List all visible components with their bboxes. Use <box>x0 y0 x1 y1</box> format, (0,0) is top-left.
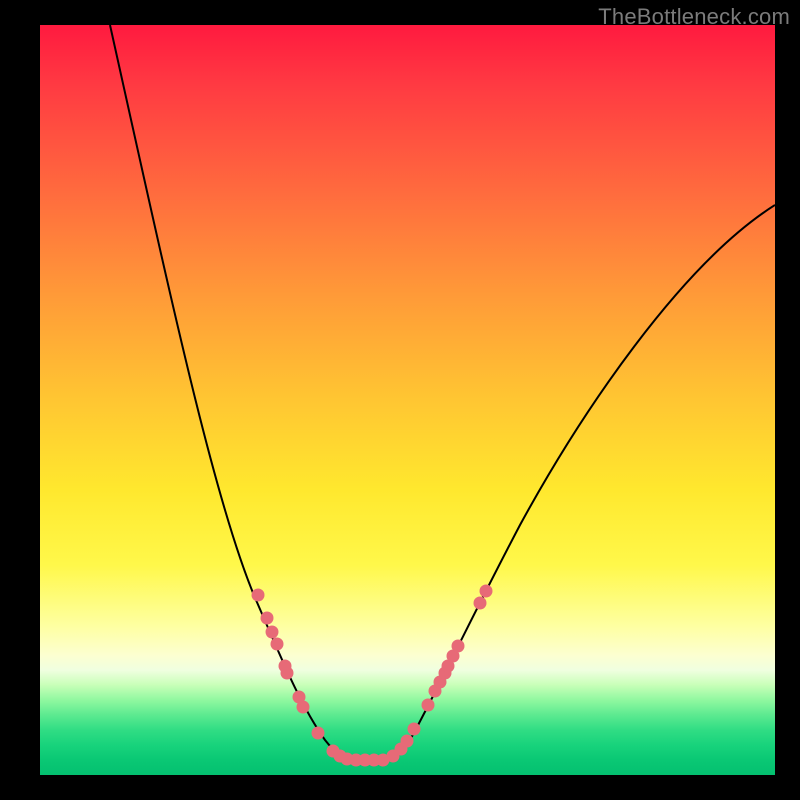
data-point-marker <box>312 727 325 740</box>
data-point-marker <box>271 638 284 651</box>
curve-layer <box>40 25 775 775</box>
watermark-text: TheBottleneck.com <box>598 4 790 30</box>
bottleneck-curve <box>110 25 775 760</box>
data-point-marker <box>252 589 265 602</box>
data-point-marker <box>480 585 493 598</box>
data-point-marker <box>297 701 310 714</box>
chart-frame: TheBottleneck.com <box>0 0 800 800</box>
data-point-marker <box>474 597 487 610</box>
data-point-marker <box>408 723 421 736</box>
data-point-marker <box>401 735 414 748</box>
data-point-marker <box>422 699 435 712</box>
data-point-marker <box>261 612 274 625</box>
data-point-marker <box>452 640 465 653</box>
data-point-marker <box>281 667 294 680</box>
plot-area <box>40 25 775 775</box>
